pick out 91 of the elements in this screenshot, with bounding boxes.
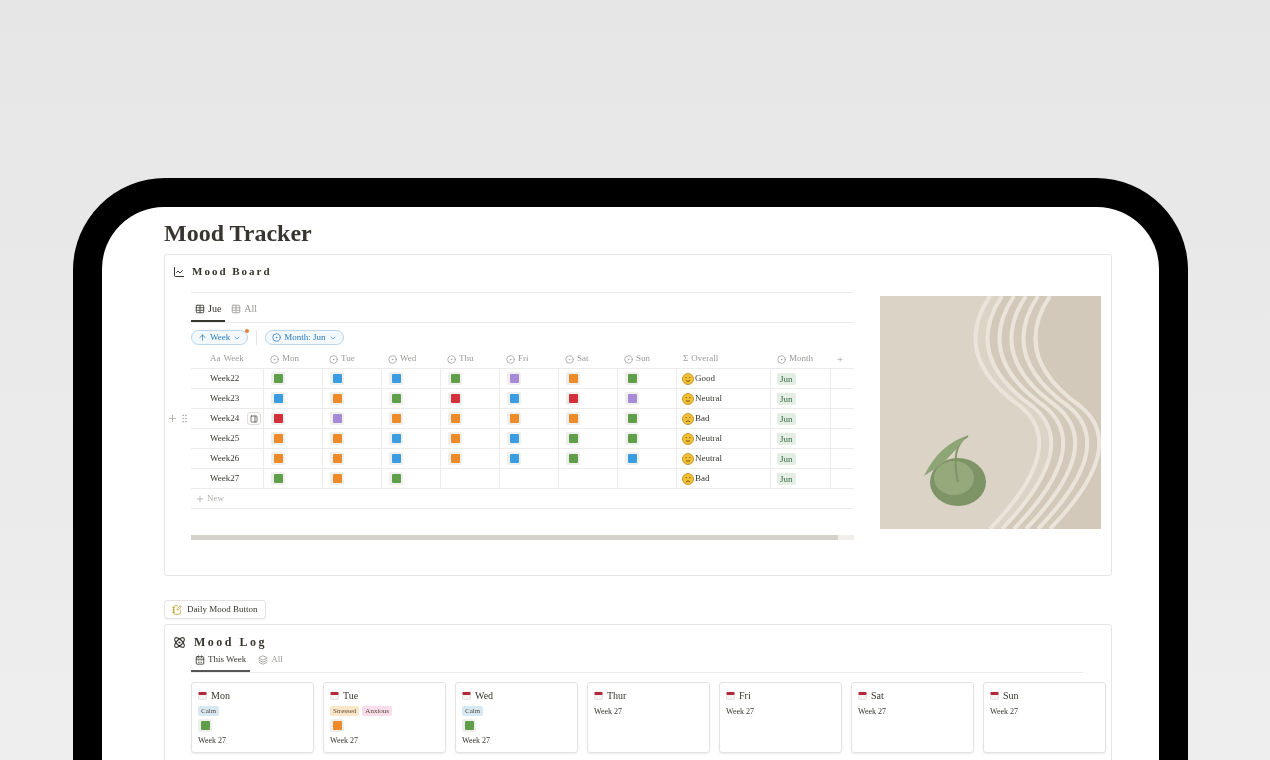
mood-emoji-icon (682, 372, 694, 385)
card-title: Fri (739, 688, 751, 703)
table-cell-text: Good (695, 371, 715, 385)
select-property-icon (329, 354, 338, 364)
mood-emoji-icon (682, 432, 694, 445)
calendar-icon (330, 690, 339, 700)
arrow-up-icon (198, 333, 207, 342)
card-title: Sat (871, 688, 884, 703)
card-title: Thur (607, 688, 627, 703)
select-property-icon (624, 354, 633, 364)
calendar-icon (195, 654, 205, 665)
month-tag: Jun (777, 372, 796, 385)
layers-icon (258, 654, 269, 665)
select-property-icon (272, 333, 282, 342)
view-tab[interactable]: Jue (191, 301, 226, 322)
table-cell-text: Bad (695, 411, 710, 425)
select-property-icon (777, 354, 786, 364)
filter-chip[interactable]: Week (191, 330, 249, 345)
table-cell-text: Week22 (210, 371, 240, 385)
column-header: Overall (691, 352, 719, 366)
month-tag: Jun (777, 432, 796, 445)
select-property-icon (270, 354, 279, 364)
column-header: Wed (400, 352, 417, 366)
calendar-icon (594, 690, 603, 700)
table-cell-text: Neutral (695, 451, 722, 465)
table-cell-text: Neutral (695, 431, 722, 445)
table-cell-text: Neutral (695, 391, 722, 405)
table-cell-text: Week24 (210, 411, 240, 425)
table-cell-text: Week23 (210, 391, 240, 405)
property-icon-text: Σ (683, 352, 689, 366)
card-title: Wed (475, 688, 494, 703)
daily-mood-button[interactable]: Daily Mood Button (164, 600, 266, 619)
section-title: Mood Log (194, 634, 267, 651)
calendar-icon (858, 690, 867, 700)
column-header: Week (223, 352, 244, 366)
mood-emoji-icon (682, 452, 694, 465)
mood-emoji-icon (682, 412, 694, 425)
card-week: Week 27 (858, 705, 887, 718)
column-header: Mon (282, 352, 299, 366)
mood-card[interactable]: Fri Week 27 (719, 681, 842, 753)
card-title: Mon (211, 688, 230, 703)
table-cell-text: Bad (695, 471, 710, 485)
add-row-icon[interactable] (167, 413, 178, 424)
chart-icon (173, 265, 185, 278)
mood-card[interactable]: Sat Week 27 (851, 681, 974, 753)
column-header: Month (789, 352, 813, 366)
table-icon (195, 303, 205, 314)
section-title: Mood Board (192, 264, 272, 280)
page-title: Mood Tracker (164, 219, 313, 247)
table-icon (231, 303, 242, 314)
month-tag: Jun (777, 412, 796, 425)
column-header: Thu (459, 352, 474, 366)
calendar-icon (198, 690, 207, 700)
atom-icon (173, 635, 186, 649)
mood-emoji-icon (682, 472, 694, 485)
column-header: Tue (341, 352, 355, 366)
card-week: Week 27 (990, 705, 1019, 718)
open-page-button[interactable] (247, 412, 261, 425)
notepad-icon (172, 604, 182, 615)
month-tag: Jun (777, 452, 796, 465)
card-title: Sun (1003, 688, 1019, 703)
card-week: Week 27 (594, 705, 623, 718)
select-property-icon (388, 354, 397, 364)
month-tag: Jun (777, 472, 796, 485)
column-header: Sun (636, 352, 650, 366)
select-property-icon (565, 354, 574, 364)
column-header: Fri (518, 352, 529, 366)
table-cell-text: Week26 (210, 451, 240, 465)
card-week: Week 27 (462, 734, 491, 747)
view-tab[interactable]: This Week (191, 653, 251, 672)
card-week: Week 27 (726, 705, 755, 718)
mood-emoji-icon (682, 392, 694, 405)
table-cell-text: Week27 (210, 471, 240, 485)
card-week: Week 27 (198, 734, 227, 747)
calendar-icon (990, 690, 999, 700)
table-cell-text: Week25 (210, 431, 240, 445)
open-page-icon (250, 414, 258, 423)
select-property-icon (447, 354, 456, 364)
column-header: Sat (577, 352, 589, 366)
property-icon-text: Aa (210, 352, 221, 366)
card-title: Tue (343, 688, 359, 703)
calendar-icon (726, 690, 735, 700)
mood-card[interactable]: Thur Week 27 (587, 681, 710, 753)
card-week: Week 27 (330, 734, 359, 747)
select-property-icon (506, 354, 515, 364)
calendar-icon (462, 690, 471, 700)
filter-chip[interactable]: Month: Jun (265, 330, 344, 345)
plus-icon (195, 493, 205, 504)
drag-handle-icon[interactable] (179, 413, 190, 424)
mood-card[interactable]: Sun Week 27 (983, 681, 1106, 753)
month-tag: Jun (777, 392, 796, 405)
